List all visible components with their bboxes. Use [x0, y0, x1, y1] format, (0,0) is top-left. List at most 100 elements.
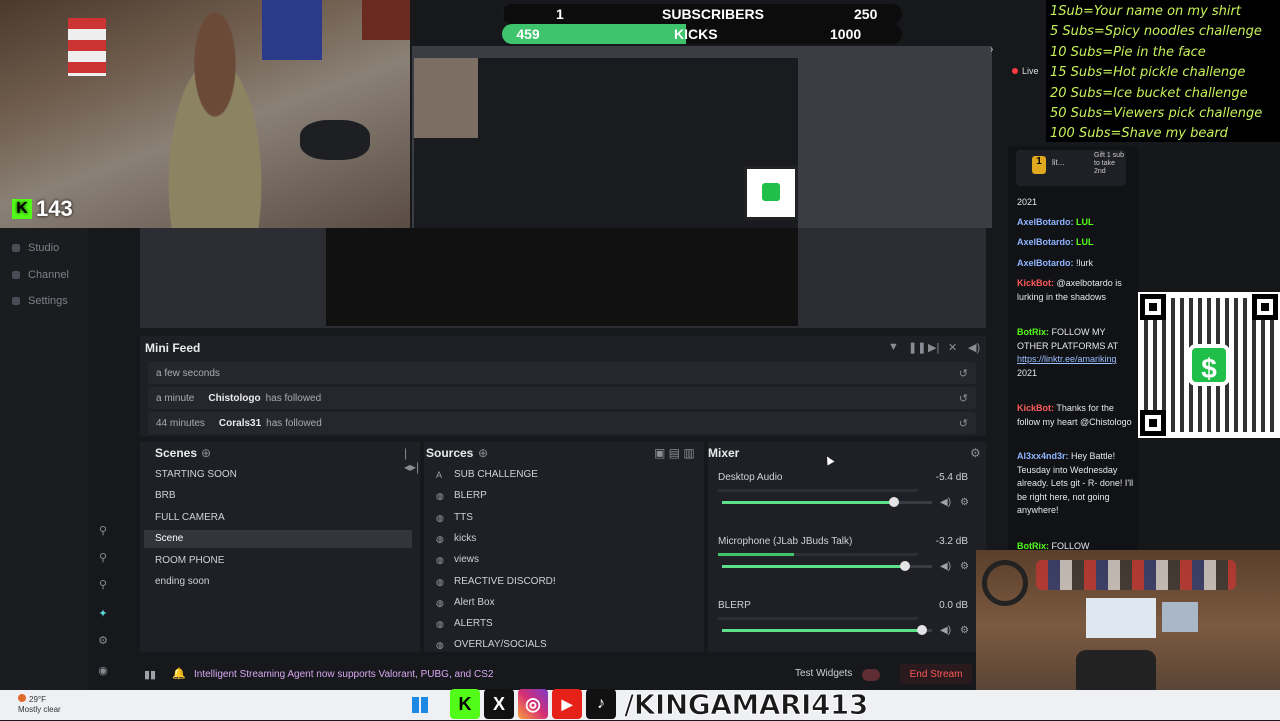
- source-item[interactable]: ◍ OVERLAY/SOCIALS: [428, 636, 694, 654]
- add-source-icon[interactable]: ⊕: [478, 446, 488, 460]
- mute-icon[interactable]: ◀): [940, 497, 951, 508]
- slider-handle[interactable]: [889, 497, 900, 507]
- mini-feed-title: Mini Feed: [145, 341, 201, 355]
- gear-icon[interactable]: ⚙: [96, 634, 110, 648]
- chat-username[interactable]: AxelBotardo:: [1017, 237, 1074, 247]
- subs-target: 250: [854, 6, 878, 22]
- add-scene-icon[interactable]: ⊕: [201, 446, 211, 460]
- gear-icon[interactable]: ⚙: [960, 625, 969, 636]
- chat-username[interactable]: AxelBotardo:: [1017, 258, 1074, 268]
- source-item[interactable]: A SUB CHALLENGE: [428, 466, 694, 484]
- chat-message: AxelBotardo: LUL: [1017, 216, 1137, 230]
- replay-icon[interactable]: ↺: [959, 367, 968, 380]
- weather-desc: Mostly clear: [18, 705, 61, 714]
- test-widgets-button[interactable]: Test Widgets: [795, 668, 852, 679]
- gear-icon[interactable]: ⚙: [960, 497, 969, 508]
- kicks-label: KICKS: [674, 26, 718, 42]
- chat-username[interactable]: Al3xx4nd3r:: [1017, 451, 1069, 461]
- monitor: [1162, 602, 1198, 632]
- nav-item-studio[interactable]: Studio: [12, 242, 59, 254]
- chat-text: LUL: [1076, 237, 1094, 247]
- gear-icon[interactable]: ⚙: [960, 561, 969, 572]
- volume-icon[interactable]: ◀): [968, 341, 980, 354]
- replay-icon[interactable]: ↺: [959, 417, 968, 430]
- end-stream-button[interactable]: End Stream: [900, 664, 972, 684]
- scene-item[interactable]: Scene: [144, 530, 412, 549]
- announcement-text[interactable]: Intelligent Streaming Agent now supports…: [194, 669, 493, 680]
- chat-message: AxelBotardo: LUL: [1017, 236, 1137, 250]
- feed-time: 44 minutes: [156, 417, 205, 429]
- scene-item[interactable]: FULL CAMERA: [144, 509, 412, 527]
- feed-row: 44 minutes Corals31 has followed ↺: [148, 412, 976, 434]
- channel-icon: [12, 271, 20, 279]
- chevron-right-icon[interactable]: ›: [990, 44, 993, 55]
- flag-poster: [68, 18, 106, 76]
- source-tools-icon[interactable]: ▣ ▤ ▥: [654, 446, 695, 460]
- mute-icon[interactable]: ◀): [940, 561, 951, 572]
- pause-icon[interactable]: ❚❚: [908, 341, 926, 354]
- mute-icon[interactable]: ◀): [940, 625, 951, 636]
- gift-sub-card[interactable]: 1 lit... Gift 1 sub to take 2nd: [1016, 150, 1126, 186]
- nav-item-channel[interactable]: Channel: [12, 269, 69, 281]
- source-item[interactable]: ◍ TTS: [428, 509, 694, 527]
- skip-icon[interactable]: ▶|: [928, 341, 939, 354]
- scenes-title: Scenes: [155, 446, 198, 460]
- filter-icon[interactable]: ▼: [888, 341, 899, 353]
- link-icon[interactable]: ⚲: [96, 524, 110, 538]
- volume-slider[interactable]: [722, 629, 932, 632]
- user-icon[interactable]: ◉: [96, 664, 110, 678]
- slider-handle[interactable]: [899, 561, 910, 571]
- channel-db: 0.0 dB: [939, 600, 968, 611]
- sparkle-icon[interactable]: ✦: [96, 607, 110, 621]
- kicks-current: 459: [516, 26, 540, 42]
- chat-username[interactable]: KickBot:: [1017, 278, 1054, 288]
- scene-item[interactable]: ROOM PHONE: [144, 552, 412, 570]
- mixer-settings-icon[interactable]: ⚙: [970, 446, 981, 460]
- nav-item-settings[interactable]: Settings: [12, 295, 68, 307]
- scene-label: ending soon: [155, 576, 210, 587]
- subs-current: 1: [556, 6, 564, 22]
- chat-message: KickBot: @axelbotardo is lurking in the …: [1017, 277, 1137, 304]
- link-icon[interactable]: ⚲: [96, 551, 110, 565]
- challenge-line: 20 Subs=Ice bucket challenge: [1050, 85, 1248, 101]
- source-item[interactable]: ◍ BLERP: [428, 487, 694, 505]
- channel-db: -3.2 dB: [935, 536, 968, 547]
- source-item[interactable]: ◍ kicks: [428, 530, 694, 548]
- stats-icon[interactable]: ▮▮: [144, 668, 156, 681]
- slider-handle[interactable]: [916, 625, 927, 635]
- mixer-channel: Microphone (JLab JBuds Talk) -3.2 dB ◀) ⚙: [718, 536, 969, 572]
- stream-preview: [412, 46, 992, 228]
- weather-widget[interactable]: 29°F Mostly clear: [18, 694, 61, 715]
- scene-item[interactable]: STARTING SOON: [144, 466, 412, 484]
- scene-item[interactable]: ending soon: [144, 573, 412, 591]
- windows-start-icon[interactable]: [412, 697, 428, 713]
- source-label: SUB CHALLENGE: [454, 469, 538, 480]
- source-label: TTS: [454, 511, 473, 523]
- chat-link[interactable]: https://linktr.ee/amariking: [1017, 354, 1117, 364]
- chat-username[interactable]: AxelBotardo:: [1017, 217, 1074, 227]
- source-item[interactable]: ◍ ALERTS: [428, 615, 694, 633]
- nav-label: Studio: [28, 242, 60, 254]
- chat-username[interactable]: BotRix:: [1017, 327, 1049, 337]
- chat-username[interactable]: BotRix:: [1017, 541, 1049, 550]
- replay-icon[interactable]: ↺: [959, 392, 968, 405]
- source-type-icon: ◍: [436, 555, 444, 566]
- scene-item[interactable]: BRB: [144, 487, 412, 505]
- source-item[interactable]: ◍ REACTIVE DISCORD!: [428, 573, 694, 591]
- volume-slider[interactable]: [722, 501, 932, 504]
- chat-message: KickBot: Thanks for the follow my heart …: [1017, 402, 1137, 429]
- notification-icon[interactable]: 🔔: [172, 667, 186, 680]
- scene-label: Scene: [155, 533, 184, 545]
- link-icon[interactable]: ⚲: [96, 578, 110, 592]
- mute-alerts-icon[interactable]: ✕: [948, 341, 957, 354]
- cashapp-qr-code: $: [1138, 292, 1280, 438]
- challenge-line: 1Sub=Your name on my shirt: [1050, 4, 1241, 19]
- nav-label: Settings: [28, 295, 68, 307]
- source-label: REACTIVE DISCORD!: [454, 575, 556, 587]
- bicycle-wheel: [982, 560, 1028, 606]
- chat-username[interactable]: KickBot:: [1017, 403, 1054, 413]
- source-item[interactable]: ◍ views: [428, 551, 694, 569]
- record-toggle[interactable]: [862, 669, 880, 681]
- source-item[interactable]: ◍ Alert Box: [428, 594, 694, 612]
- scene-label: ROOM PHONE: [155, 554, 225, 566]
